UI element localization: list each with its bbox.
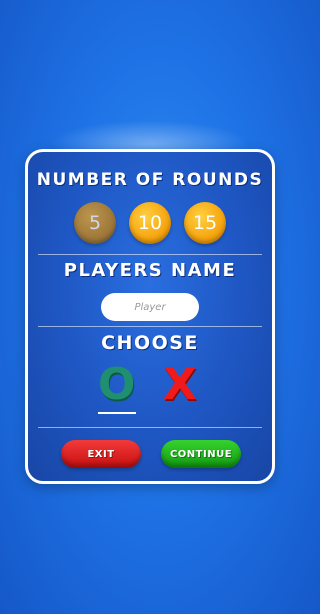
players-heading: PLAYERS NAME	[63, 260, 237, 281]
continue-button[interactable]: CONTINUE	[161, 440, 241, 468]
rounds-heading: NUMBER OF ROUNDS	[36, 170, 264, 190]
round-option-15[interactable]: 15	[184, 202, 226, 244]
symbol-x-option[interactable]: X	[163, 362, 197, 408]
exit-button[interactable]: EXIT	[61, 440, 141, 468]
divider	[38, 254, 262, 255]
divider	[38, 326, 262, 327]
rounds-options: 5 10 15	[28, 202, 272, 244]
symbol-choices: O X	[28, 362, 272, 418]
choose-heading: CHOOSE	[101, 332, 199, 354]
divider	[38, 427, 262, 428]
symbol-o-option[interactable]: O	[98, 362, 135, 408]
round-option-5[interactable]: 5	[74, 202, 116, 244]
player-name-input[interactable]	[101, 293, 199, 321]
setup-panel: NUMBER OF ROUNDS 5 10 15 PLAYERS NAME CH…	[25, 149, 275, 484]
round-option-10[interactable]: 10	[129, 202, 171, 244]
selected-symbol-underline	[98, 412, 136, 414]
